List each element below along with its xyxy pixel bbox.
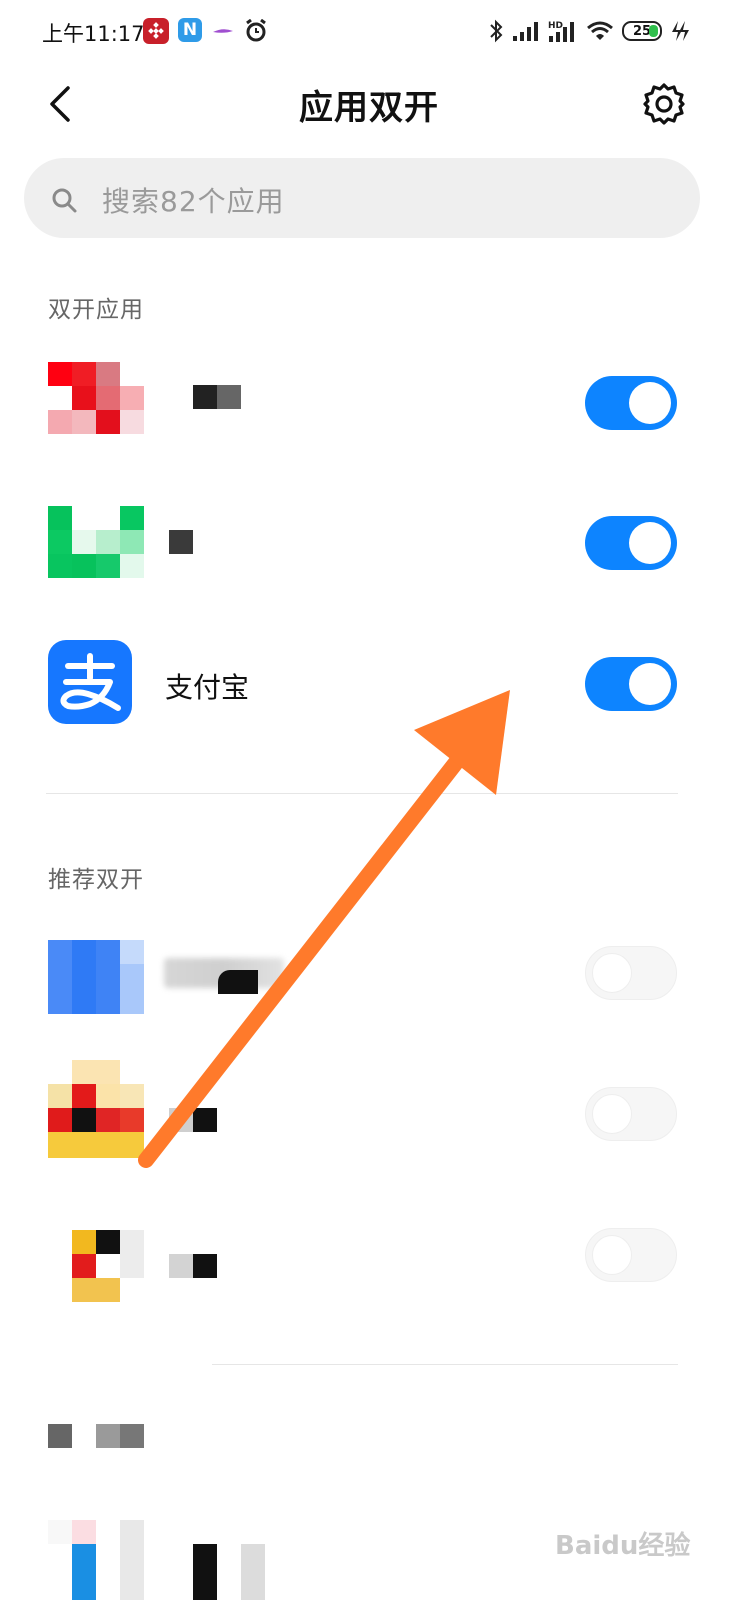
- list-item[interactable]: [0, 338, 738, 468]
- bluetooth-icon: [490, 19, 503, 43]
- status-icons-right: HD 25: [488, 18, 690, 44]
- annotation-arrow: [138, 690, 510, 1168]
- status-bar: 上午11:17 N HD 25: [0, 0, 738, 64]
- recommend-app-toggle[interactable]: [585, 946, 677, 1000]
- app-icon: [48, 506, 144, 582]
- section-title-dual-apps: 双开应用: [48, 297, 144, 323]
- toggle-knob: [592, 953, 632, 993]
- app-icon: [48, 1060, 144, 1158]
- watermark: Baidu经验: [555, 1531, 691, 1561]
- app-name-redacted: [169, 530, 193, 554]
- app-icon: [48, 1520, 144, 1600]
- recommend-app-toggle[interactable]: [585, 1087, 677, 1141]
- app-badge-n-icon: N: [178, 18, 202, 42]
- alarm-icon: [244, 18, 268, 44]
- toggle-knob: [629, 663, 671, 705]
- app-icon: [72, 1230, 144, 1302]
- svg-text:HD: HD: [548, 21, 563, 31]
- signal-icon: [513, 22, 538, 41]
- app-name-redacted: [193, 385, 241, 409]
- toggle-knob: [629, 382, 671, 424]
- section-title-recommended: 推荐双开: [48, 867, 144, 893]
- wifi-icon: [587, 21, 613, 40]
- app-name-redacted: [169, 1254, 217, 1278]
- app-icon: [48, 940, 144, 1014]
- section-divider: [46, 793, 678, 794]
- battery-icon: 25: [622, 21, 662, 41]
- search-placeholder: 搜索82个应用: [102, 185, 285, 218]
- section-title-redacted: [48, 1424, 144, 1448]
- dual-app-toggle[interactable]: [585, 516, 677, 570]
- app-icon: [48, 362, 144, 438]
- toggle-knob: [592, 1094, 632, 1134]
- app-name-alipay: 支付宝: [165, 671, 250, 704]
- gear-icon[interactable]: [642, 82, 686, 126]
- app-name-redacted: [193, 1544, 265, 1600]
- hd-signal-icon: HD: [548, 21, 574, 42]
- app-name-redacted: [169, 1108, 217, 1132]
- list-divider: [212, 1364, 678, 1365]
- toggle-knob: [629, 522, 671, 564]
- toggle-knob: [592, 1235, 632, 1275]
- alipay-icon: [48, 640, 132, 724]
- app-badge-red-icon: [143, 18, 169, 44]
- charging-icon: [672, 21, 689, 41]
- page-title: 应用双开: [299, 88, 439, 128]
- recommend-app-toggle[interactable]: [585, 1228, 677, 1282]
- redaction-block: [218, 970, 258, 994]
- alipay-dual-toggle[interactable]: [585, 657, 677, 711]
- status-time: 上午11:17: [42, 22, 145, 46]
- list-item[interactable]: [0, 478, 738, 608]
- feather-icon: [212, 18, 234, 44]
- dual-app-toggle[interactable]: [585, 376, 677, 430]
- search-icon: [50, 186, 78, 214]
